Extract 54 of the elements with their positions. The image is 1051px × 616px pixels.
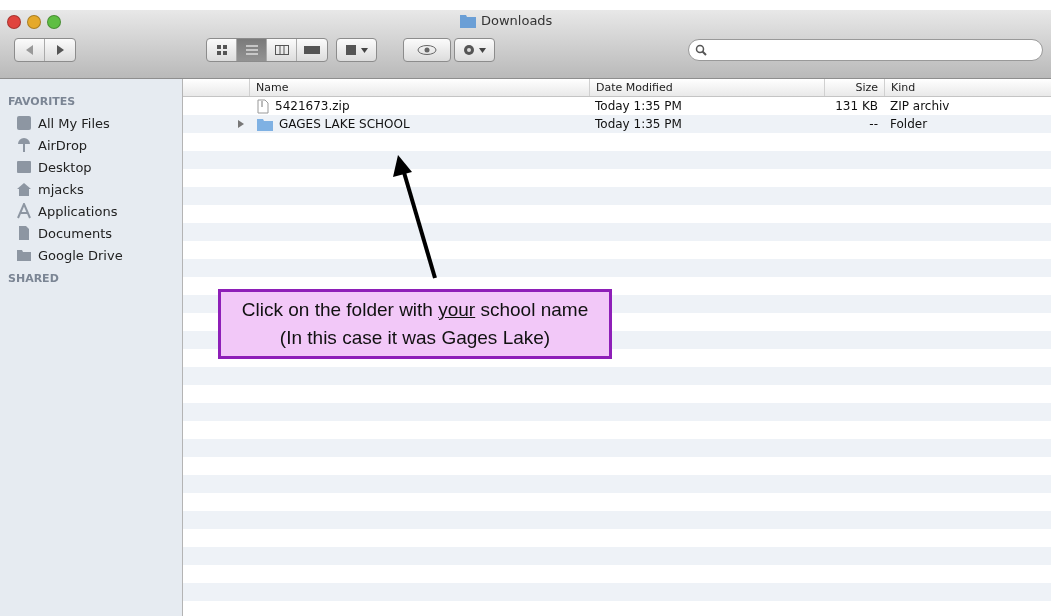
close-button[interactable] (7, 15, 21, 29)
columns-icon (274, 44, 289, 56)
view-mode-control[interactable] (206, 38, 328, 62)
arrange-button[interactable] (336, 38, 377, 62)
date-cell-text: Today 1:35 PM (594, 117, 683, 131)
files-icon (16, 115, 32, 131)
sidebar-item[interactable]: Google Drive (0, 244, 182, 266)
size-cell-text: 131 KB (834, 99, 879, 113)
quick-look-button[interactable] (403, 38, 451, 62)
document-icon (16, 225, 32, 241)
folder-icon (257, 117, 273, 131)
sidebar-item[interactable]: Applications (0, 200, 182, 222)
column-header[interactable]: Size (824, 79, 884, 96)
list-icon (245, 44, 258, 56)
date-cell-text: Today 1:35 PM (594, 99, 683, 113)
kind-cell-text: ZIP archiv (889, 99, 951, 113)
forward-icon (56, 45, 64, 55)
sidebar-item[interactable]: AirDrop (0, 134, 182, 156)
airdrop-icon (16, 137, 32, 153)
caret-icon (361, 47, 368, 53)
sidebar-heading: FAVORITES (7, 95, 77, 110)
caret-icon (479, 47, 486, 53)
eye-icon (417, 45, 437, 55)
file-icon (257, 98, 269, 114)
gear-icon (463, 44, 475, 56)
action-button[interactable] (454, 38, 495, 62)
house-icon (16, 181, 32, 197)
size-cell-text: -- (868, 117, 879, 131)
back-icon (25, 45, 34, 55)
sidebar-item[interactable]: Documents (0, 222, 182, 244)
instruction-callout: Click on the folder with your school name (In this case it was Gages Lake) (218, 289, 612, 359)
sidebar-heading: SHARED (7, 272, 60, 287)
file-name[interactable]: GAGES LAKE SCHOOL (279, 117, 410, 131)
grid-icon (345, 44, 357, 56)
kind-cell-text: Folder (889, 117, 929, 131)
column-header[interactable]: Date Modified (589, 79, 824, 96)
search-icon (695, 44, 707, 56)
cover-flow-icon (304, 44, 320, 56)
folder-icon (16, 247, 32, 263)
file-name[interactable]: 5421673.zip (275, 99, 350, 113)
search-field[interactable] (688, 39, 1043, 61)
column-header[interactable]: Name (249, 79, 589, 96)
folder-icon (460, 13, 476, 28)
grid-icon (215, 44, 228, 56)
minimize-button[interactable] (27, 15, 41, 29)
zoom-button[interactable] (47, 15, 61, 29)
sidebar-item[interactable]: All My Files (0, 112, 182, 134)
column-header[interactable]: Kind (884, 79, 1051, 96)
disclosure-triangle-icon[interactable] (237, 120, 245, 128)
desktop-icon (16, 159, 32, 175)
applications-icon (16, 203, 32, 219)
sidebar-item[interactable]: mjacks (0, 178, 182, 200)
window-title: Downloads (481, 13, 553, 28)
sidebar-item[interactable]: Desktop (0, 156, 182, 178)
